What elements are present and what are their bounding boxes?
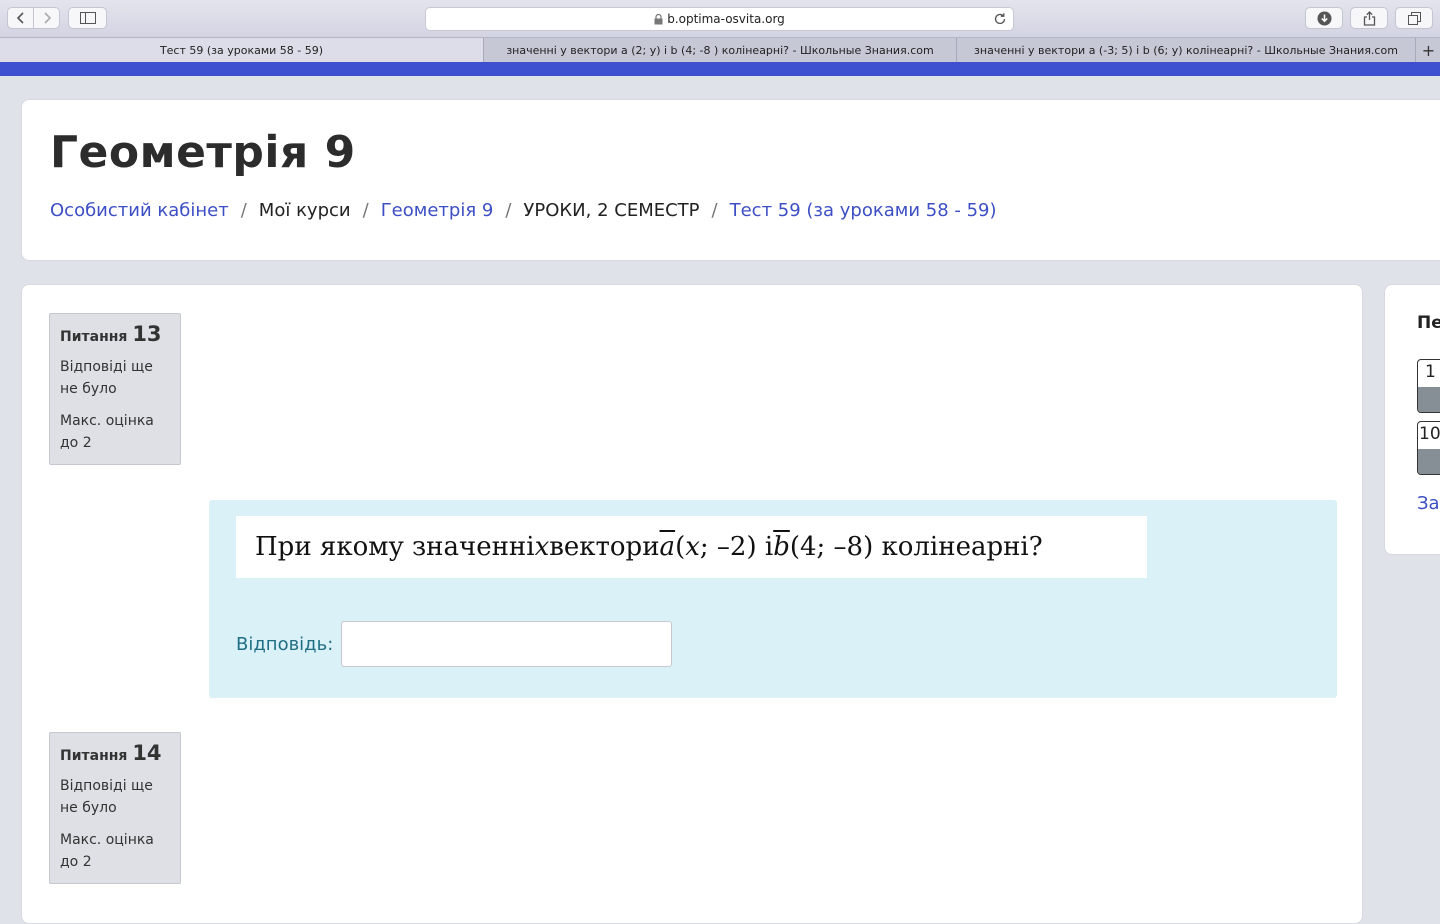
site-navbar xyxy=(0,62,1440,76)
page-header: Геометрія 9 Особистий кабінет / Мої курс… xyxy=(21,99,1440,261)
tab-bar: Тест 59 (за уроками 58 - 59) значенні у … xyxy=(0,37,1440,62)
quiz-nav-number: 10 xyxy=(1419,424,1440,444)
question-info-14: Питання 14 Відповіді ще не було Макс. оц… xyxy=(49,732,181,884)
finish-attempt-link[interactable]: За xyxy=(1417,493,1440,514)
breadcrumb-dashboard[interactable]: Особистий кабінет xyxy=(50,200,229,221)
question-grade: Макс. оцінка до 2 xyxy=(60,832,154,870)
quiz-nav-number: 1 xyxy=(1425,362,1436,382)
tab-test-59[interactable]: Тест 59 (за уроками 58 - 59) xyxy=(0,38,483,62)
question-number: 13 xyxy=(132,322,162,346)
vector-b: b xyxy=(773,532,790,562)
question-number: 14 xyxy=(132,741,162,765)
question-grade: Макс. оцінка до 2 xyxy=(60,413,154,451)
breadcrumb-course[interactable]: Геометрія 9 xyxy=(381,200,494,221)
download-icon xyxy=(1317,11,1331,25)
forward-button[interactable] xyxy=(33,7,60,29)
question-text: При якому значенні xyxy=(255,532,535,562)
question-text: (4; –8) колінеарні? xyxy=(789,532,1043,562)
question-heading: Питання 14 xyxy=(60,741,170,765)
breadcrumb-section: УРОКИ, 2 СЕМЕСТР xyxy=(523,200,700,221)
back-button[interactable] xyxy=(7,7,34,29)
question-text-image: При якому значенні x вектори a (x; –2) і… xyxy=(236,516,1147,578)
breadcrumb: Особистий кабінет / Мої курси / Геометрі… xyxy=(50,200,997,221)
tab-znania-2[interactable]: значенні у вектори а (-3; 5) і b (6; у) … xyxy=(956,38,1415,62)
share-icon xyxy=(1363,10,1375,26)
share-button[interactable] xyxy=(1350,7,1388,29)
chevron-left-icon xyxy=(16,12,24,24)
page-title: Геометрія 9 xyxy=(50,127,356,178)
question-formulation: При якому значенні x вектори a (x; –2) і… xyxy=(209,500,1337,698)
answer-label: Відповідь: xyxy=(236,633,334,655)
address-bar[interactable]: b.optima-osvita.org xyxy=(425,7,1014,31)
new-tab-button[interactable]: + xyxy=(1415,38,1440,62)
browser-toolbar: b.optima-osvita.org xyxy=(0,0,1440,37)
tab-label: значенні у вектори а (2; у) і b (4; -8 )… xyxy=(506,43,934,57)
answer-input[interactable] xyxy=(341,621,673,667)
breadcrumb-separator: / xyxy=(711,200,718,221)
chevron-right-icon xyxy=(43,12,51,24)
variable-x: x xyxy=(685,532,700,562)
question-text: ; –2) і xyxy=(699,532,774,562)
quiz-nav-state xyxy=(1418,449,1440,474)
question-label: Питання xyxy=(60,748,128,764)
lock-icon xyxy=(654,13,663,25)
breadcrumb-separator: / xyxy=(362,200,369,221)
question-info-13: Питання 13 Відповіді ще не було Макс. оц… xyxy=(49,313,181,465)
question-label: Питання xyxy=(60,329,128,345)
vector-a: a xyxy=(659,532,676,562)
question-state: Відповіді ще не було xyxy=(60,359,153,397)
plus-icon: + xyxy=(1421,40,1436,60)
tab-label: значенні у вектори а (-3; 5) і b (6; у) … xyxy=(974,43,1398,57)
tabs-icon xyxy=(1407,11,1421,25)
url-text: b.optima-osvita.org xyxy=(667,12,785,26)
variable-x: x xyxy=(534,532,550,562)
question-heading: Питання 13 xyxy=(60,322,170,346)
question-state: Відповіді ще не було xyxy=(60,778,153,816)
sidebar-icon xyxy=(79,12,96,24)
sidebar-toggle-button[interactable] xyxy=(68,7,107,29)
breadcrumb-separator: / xyxy=(505,200,512,221)
answer-row: Відповідь: xyxy=(236,621,673,667)
breadcrumb-separator: / xyxy=(240,200,247,221)
tabs-overview-button[interactable] xyxy=(1395,7,1433,29)
quiz-nav-button-1[interactable]: 1 xyxy=(1417,359,1440,413)
tab-label: Тест 59 (за уроками 58 - 59) xyxy=(159,43,324,57)
reload-icon[interactable] xyxy=(993,12,1007,29)
quiz-navigation: Пе 1 10 За xyxy=(1384,284,1440,555)
downloads-button[interactable] xyxy=(1305,7,1343,29)
quiz-main: Питання 13 Відповіді ще не було Макс. оц… xyxy=(21,284,1363,924)
quiz-nav-title: Пе xyxy=(1417,313,1440,333)
quiz-nav-state xyxy=(1418,387,1440,412)
tab-znania-1[interactable]: значенні у вектори а (2; у) і b (4; -8 )… xyxy=(483,38,956,62)
breadcrumb-quiz[interactable]: Тест 59 (за уроками 58 - 59) xyxy=(730,200,997,221)
quiz-nav-button-10[interactable]: 10 xyxy=(1417,421,1440,475)
question-text: ( xyxy=(675,532,686,562)
breadcrumb-my-courses: Мої курси xyxy=(258,200,351,221)
question-text: вектори xyxy=(549,532,660,562)
